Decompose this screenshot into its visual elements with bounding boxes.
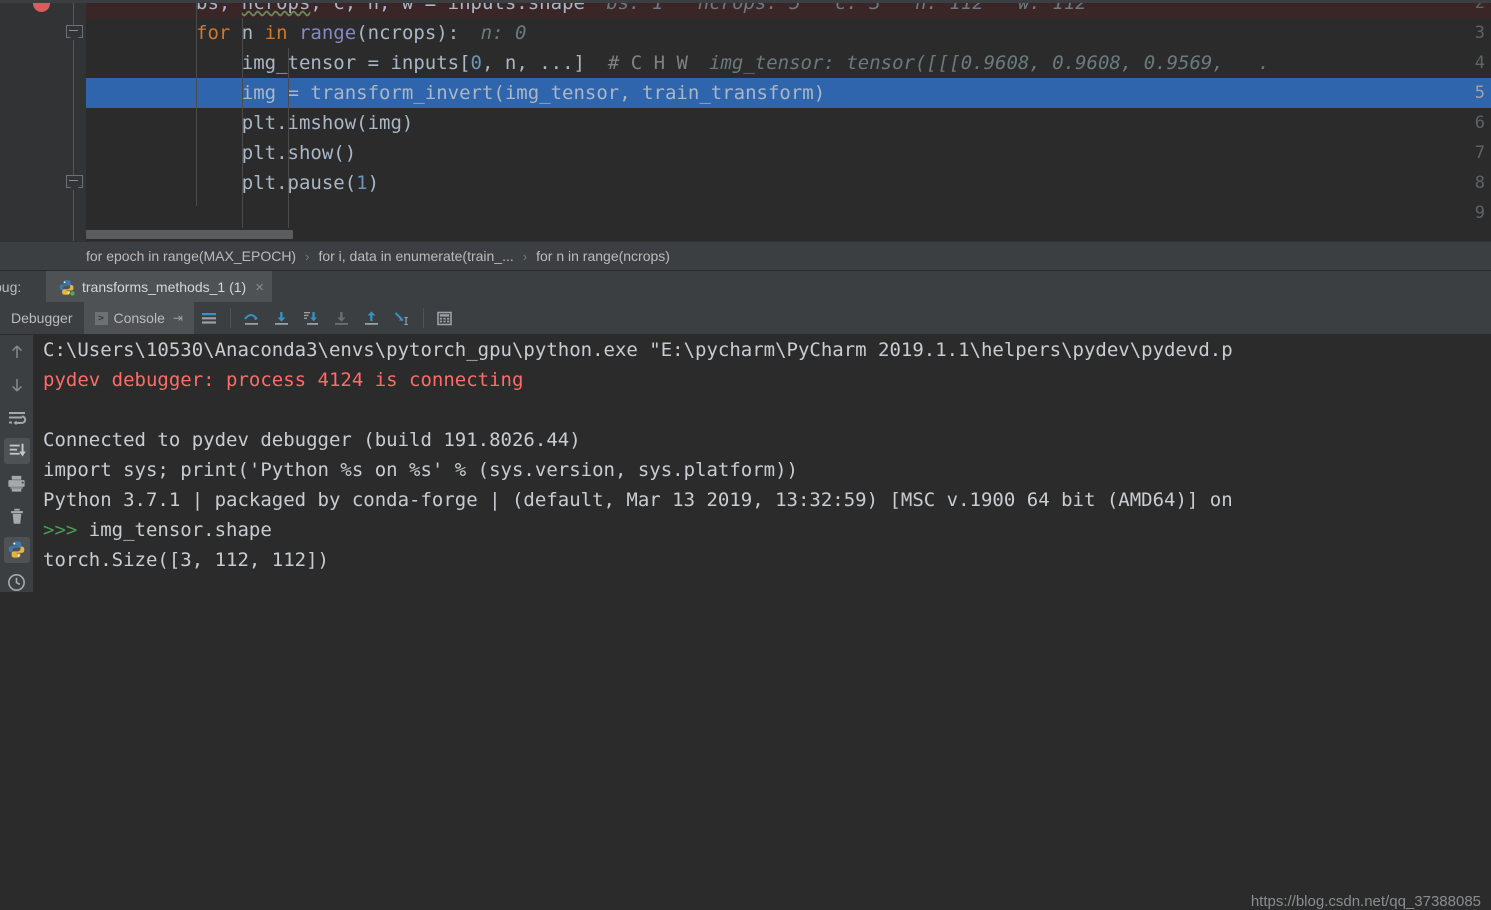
code-token: (ncrops): [356, 22, 460, 44]
code-fold-marker[interactable] [66, 175, 83, 191]
code-text-area[interactable]: bs, ncrops, c, h, w = inputs.shape bs: 1 … [86, 0, 1491, 241]
debugger-toolbar: Debugger > Console ⇥ [0, 302, 1491, 334]
history-clock-icon[interactable] [0, 566, 33, 599]
console-line: Python 3.7.1 | packaged by conda-forge |… [43, 489, 1233, 511]
tab-debugger[interactable]: Debugger [0, 302, 84, 334]
code-token: img = transform_invert(img_tensor, train… [196, 82, 826, 104]
breadcrumb-item[interactable]: for n in range(ncrops) [536, 248, 670, 264]
line-number: 8 [1474, 173, 1485, 193]
breadcrumb-separator-icon: › [522, 248, 528, 264]
inline-debug-hint: img_tensor: tensor([[[0.9608, 0.9608, 0.… [709, 52, 1270, 74]
line-number: 3 [1474, 23, 1485, 43]
force-step-into-icon[interactable] [301, 307, 323, 329]
console-output[interactable]: C:\Users\10530\Anaconda3\envs\pytorch_gp… [33, 335, 1491, 592]
run-configuration-tab[interactable]: transforms_methods_1 (1) × [46, 271, 272, 303]
editor-gutter[interactable] [0, 0, 62, 241]
tab-debugger-label: Debugger [11, 310, 73, 326]
tab-console[interactable]: > Console ⇥ [83, 302, 194, 334]
console-line: torch.Size([3, 112, 112]) [43, 549, 329, 571]
line-number: 5 [1474, 83, 1485, 103]
run-config-name: transforms_methods_1 (1) [82, 279, 247, 295]
code-token: , n, ...] [482, 52, 585, 74]
code-token: plt.show() [196, 142, 357, 164]
run-to-cursor-icon[interactable] [391, 307, 413, 329]
code-line-row[interactable] [86, 198, 1491, 228]
console-line: import sys; print('Python %s on %s' % (s… [43, 459, 798, 481]
scrollbar-thumb[interactable] [86, 230, 293, 239]
editor-horizontal-scrollbar[interactable] [86, 228, 1491, 241]
step-into-my-code-icon[interactable] [331, 307, 353, 329]
watermark: https://blog.csdn.net/qq_37388085 [1250, 893, 1481, 910]
close-icon[interactable]: × [255, 279, 264, 296]
debug-tool-window-header: bug: transforms_methods_1 (1) × [0, 270, 1491, 303]
code-line-text[interactable]: plt.imshow(img) [196, 108, 414, 138]
code-token: range [298, 22, 357, 44]
code-token: in [264, 22, 299, 44]
indent-guide [288, 48, 289, 230]
code-token: 1 [356, 172, 368, 194]
indent-guide [196, 0, 197, 206]
scroll-to-end-icon[interactable] [0, 434, 33, 467]
toolbar-separator [229, 308, 231, 328]
code-token: for [196, 22, 242, 44]
code-line-text[interactable]: plt.show() [196, 138, 356, 168]
breadcrumb: for epoch in range(MAX_EPOCH) › for i, dat… [0, 241, 1491, 270]
editor-top-strip [0, 0, 1491, 3]
console-side-toolbar [0, 335, 33, 592]
step-over-icon[interactable] [241, 307, 263, 329]
line-number: 9 [1474, 203, 1485, 223]
step-into-icon[interactable] [271, 307, 293, 329]
down-arrow-icon[interactable] [0, 368, 33, 401]
line-number: 7 [1474, 143, 1485, 163]
code-fold-marker[interactable] [66, 25, 83, 41]
soft-wrap-icon[interactable] [198, 307, 220, 329]
evaluate-expression-icon[interactable] [434, 307, 456, 329]
console-line: >>> img_tensor.shape [43, 515, 272, 545]
inline-debug-hint: n: 0 [480, 22, 527, 44]
code-token: # C H W [584, 52, 688, 74]
debug-window-label: bug: [0, 279, 22, 295]
code-token: plt.pause( [196, 172, 357, 194]
step-out-icon[interactable] [361, 307, 383, 329]
breadcrumb-item[interactable]: for i, data in enumerate(train_... [318, 248, 513, 264]
console-line: Connected to pydev debugger (build 191.8… [43, 429, 581, 451]
pycharm-window: bs, ncrops, c, h, w = inputs.shape bs: 1 … [0, 0, 1491, 910]
pin-tab-icon[interactable]: ⇥ [173, 311, 183, 325]
soft-wrap-lines-icon[interactable] [0, 401, 33, 434]
breadcrumb-item[interactable]: for epoch in range(MAX_EPOCH) [86, 248, 296, 264]
console-square-icon: > [94, 311, 108, 325]
line-number: 4 [1474, 53, 1485, 73]
code-token: 0 [470, 52, 482, 74]
code-line-text[interactable]: img = transform_invert(img_tensor, train… [196, 78, 825, 108]
console-prompt-icon: >>> [43, 519, 89, 541]
code-token: n [241, 22, 265, 44]
code-line-text[interactable]: for n in range(ncrops): [196, 18, 459, 48]
console-line: pydev debugger: process 4124 is connecti… [43, 369, 524, 391]
code-token: ) [367, 172, 380, 194]
line-number: 6 [1474, 113, 1485, 133]
console-line: C:\Users\10530\Anaconda3\envs\pytorch_gp… [43, 339, 1233, 361]
breadcrumb-separator-icon: › [305, 248, 310, 264]
toolbar-separator-2 [422, 308, 424, 328]
console-panel: C:\Users\10530\Anaconda3\envs\pytorch_gp… [0, 334, 1491, 910]
code-editor[interactable]: bs, ncrops, c, h, w = inputs.shape bs: 1 … [0, 0, 1491, 241]
code-token: plt.imshow(img) [196, 112, 414, 134]
code-token: img_tensor = inputs[ [196, 52, 471, 74]
indent-guide [242, 18, 243, 230]
print-icon[interactable] [0, 467, 33, 500]
up-arrow-icon[interactable] [0, 335, 33, 368]
python-file-icon [58, 279, 75, 296]
python-console-icon[interactable] [0, 533, 33, 566]
code-line-text[interactable]: img_tensor = inputs[0, n, ...] # C H W [196, 48, 688, 78]
tab-console-label: Console [113, 310, 165, 326]
console-input-text: img_tensor.shape [88, 519, 272, 541]
trash-icon[interactable] [0, 500, 33, 533]
